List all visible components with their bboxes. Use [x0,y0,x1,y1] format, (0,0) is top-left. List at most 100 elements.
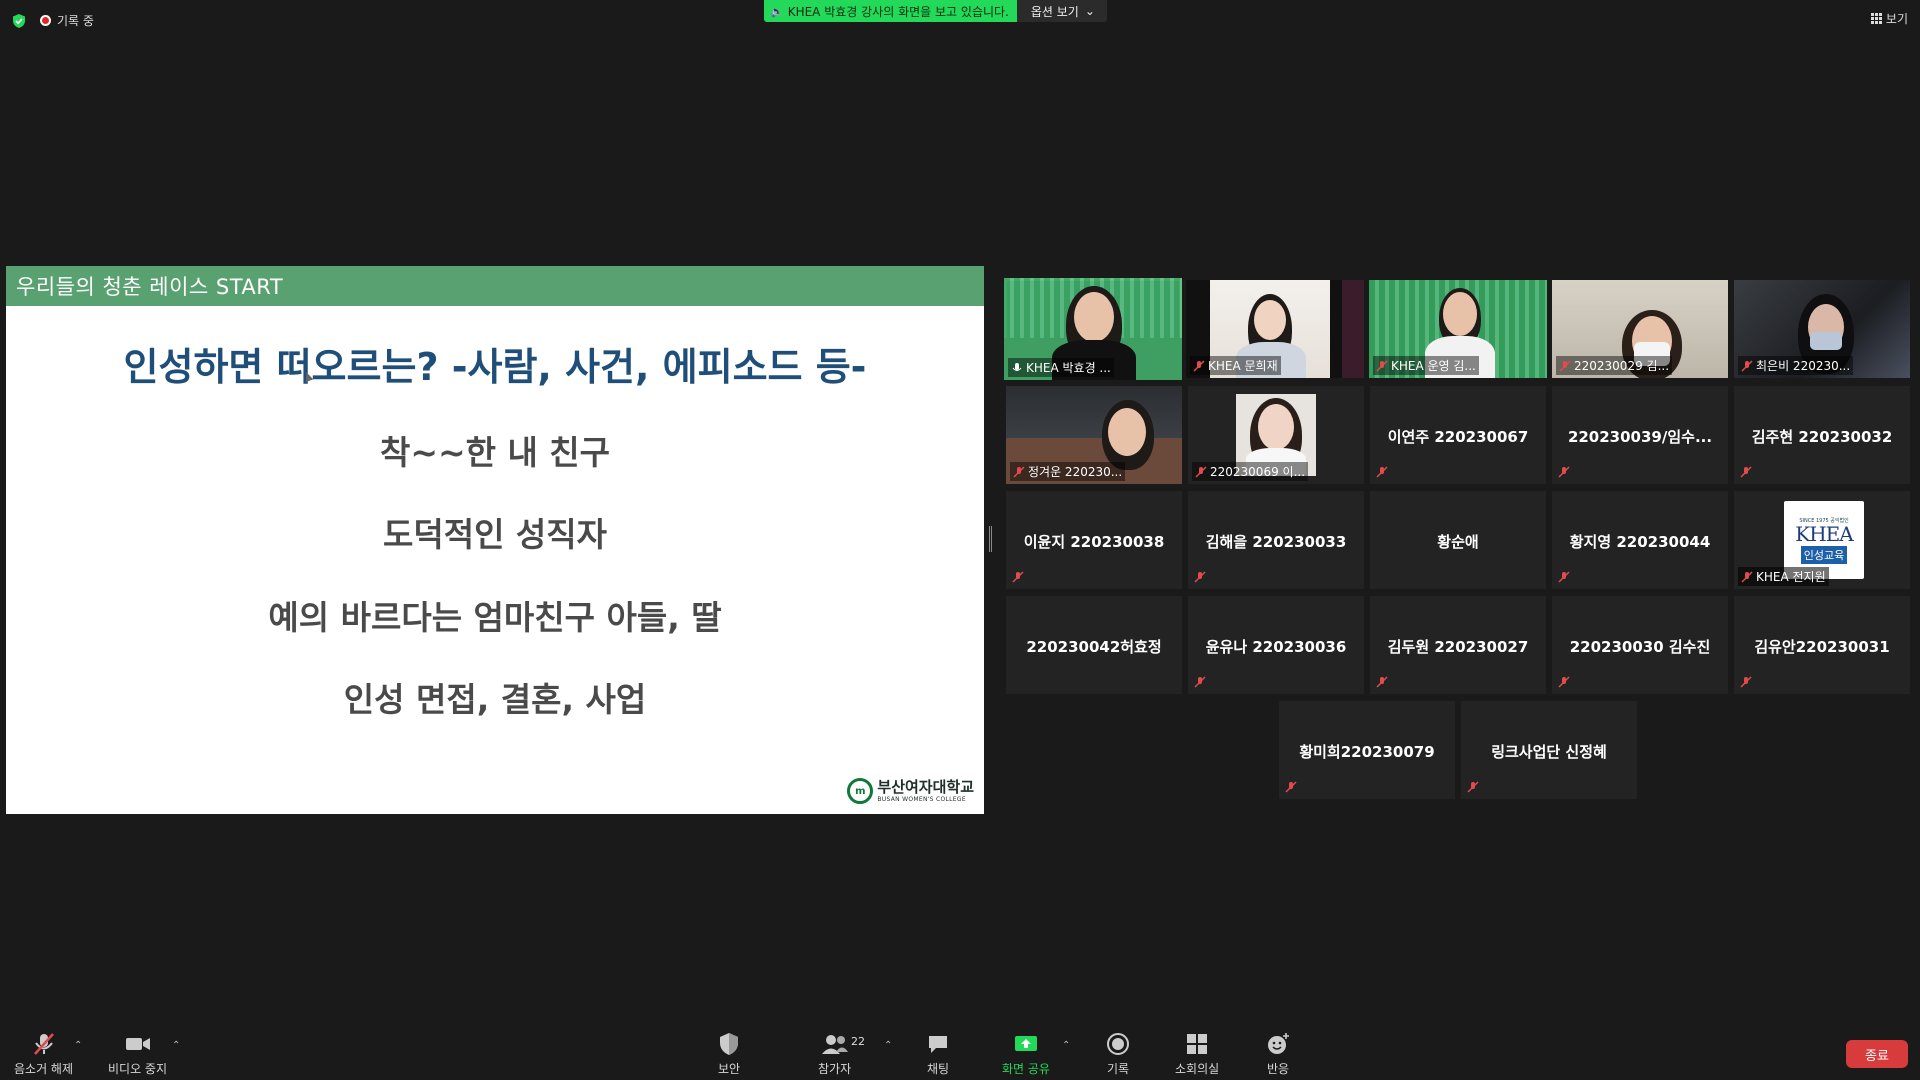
meeting-status: 기록 중 [12,12,94,29]
speaker-icon: 🔈 [770,4,784,18]
mic-muted-icon [1013,465,1025,478]
view-options-button[interactable]: 옵션 보기 ⌄ [1016,0,1107,22]
video-tile[interactable]: 이윤지 220230038 [1006,491,1182,589]
video-tile[interactable]: 정겨운 220230... [1006,386,1182,484]
video-tile[interactable]: 220230029 김... [1552,280,1728,378]
participant-name: KHEA 박효경 ... [1026,361,1111,375]
participant-name: KHEA 문희재 [1208,359,1278,373]
chevron-down-icon: ⌄ [1084,4,1095,18]
audio-options-caret-icon[interactable]: ⌃ [74,1040,82,1051]
mic-muted-icon [1741,570,1753,583]
video-tile[interactable]: KHEA 박효경 ... [1004,278,1182,380]
participant-caption: 최은비 220230... [1738,356,1854,375]
video-tile[interactable]: 김유안220230031 [1734,596,1910,694]
share-screen-button[interactable]: 화면 공유 [1002,1032,1050,1077]
participant-name: 윤유나 220230036 [1205,638,1347,656]
mic-muted-icon [1559,359,1571,372]
unmute-button[interactable]: 음소거 해제 [14,1032,73,1077]
mic-muted-icon [1376,676,1388,688]
participant-name: 김두원 220230027 [1387,638,1529,656]
participant-name: 정겨운 220230... [1028,465,1123,479]
video-tile[interactable]: 220230039/임수... [1552,386,1728,484]
khea-brand: KHEA [1795,521,1853,546]
video-tile[interactable]: 황지영 220230044 [1552,491,1728,589]
breakout-rooms-button[interactable]: 소회의실 [1175,1032,1219,1077]
view-label: 보기 [1885,12,1908,26]
mic-muted-icon [1467,781,1479,793]
share-options-caret-icon[interactable]: ⌃ [1062,1040,1070,1051]
reactions-button[interactable]: 반응 [1266,1032,1290,1077]
video-tile[interactable]: 김주현 220230032 [1734,386,1910,484]
video-tile[interactable]: 링크사업단 신정혜 [1461,701,1637,799]
reaction-smiley-icon [1268,1033,1289,1054]
shared-screen[interactable]: 우리들의 청춘 레이스 START 인성하면 떠오르는? -사람, 사건, 에피… [6,266,984,814]
participant-name: 황미희220230079 [1299,743,1435,761]
split-resize-handle[interactable] [989,526,992,552]
video-tile[interactable]: 220230069 이... [1188,386,1364,484]
record-label: 기록 [1106,1062,1130,1076]
khea-sub: 인성교육 [1800,545,1848,564]
record-icon [1107,1033,1129,1055]
record-button[interactable]: 기록 [1106,1032,1130,1077]
video-tile[interactable]: 이연주 220230067 [1370,386,1546,484]
mic-muted-icon [1558,676,1570,688]
end-meeting-button[interactable]: 종료 [1846,1040,1908,1068]
participant-name: 김주현 220230032 [1751,428,1893,446]
video-options-caret-icon[interactable]: ⌃ [172,1040,180,1051]
participant-name: 220230029 김... [1574,359,1670,373]
video-tile[interactable]: 황미희220230079 [1279,701,1455,799]
mic-muted-icon [1558,571,1570,583]
participant-caption: KHEA 박효경 ... [1008,358,1114,377]
video-tile[interactable]: 220230030 김수진 [1552,596,1728,694]
security-button[interactable]: 보안 [718,1032,740,1077]
participant-name: 220230030 김수진 [1569,638,1711,656]
slide-item: 착~~한 내 친구 [379,433,611,472]
participants-icon [821,1035,848,1054]
mic-muted-icon [1741,359,1753,372]
record-dot-icon [40,15,51,26]
participants-count: 22 [851,1035,865,1048]
participant-name: 220230042허효정 [1026,638,1162,656]
college-logo: m 부산여자대학교 BUSAN WOMEN'S COLLEGE [847,778,974,804]
slide-header: 우리들의 청춘 레이스 START [6,266,984,306]
participants-label: 참가자 [818,1062,852,1076]
video-tile[interactable]: 황순애 [1370,491,1546,589]
recording-indicator[interactable]: 기록 중 [40,12,94,29]
mic-muted-icon [1376,466,1388,478]
participant-caption: 220230069 이... [1192,462,1309,481]
video-tile[interactable]: 김해을 220230033 [1188,491,1364,589]
mic-muted-icon [1012,571,1024,583]
video-tile[interactable]: 220230042허효정 [1006,596,1182,694]
participant-name: 김유안220230031 [1754,638,1890,656]
recording-label: 기록 중 [57,14,94,28]
video-tile[interactable]: 김두원 220230027 [1370,596,1546,694]
mic-muted-icon [1285,781,1297,793]
participants-button[interactable]: 참가자 [818,1032,851,1077]
mic-muted-icon [1376,359,1388,372]
college-name-en: BUSAN WOMEN'S COLLEGE [877,795,966,803]
participants-options-caret-icon[interactable]: ⌃ [884,1040,892,1051]
video-tile[interactable]: KHEA 문희재 [1186,280,1364,378]
view-button[interactable]: 보기 [1870,10,1908,27]
video-tile[interactable]: SINCE 1975 공익법인 KHEA 인성교육 KHEA 전지원 [1734,491,1910,589]
college-emblem-icon: m [847,778,874,804]
participant-name: 220230069 이... [1210,465,1306,479]
video-tile[interactable]: 최은비 220230... [1734,280,1910,378]
security-shield-icon [720,1033,739,1055]
mic-icon [1012,362,1022,371]
slide-item: 도덕적인 성직자 [382,515,607,554]
mic-muted-icon [33,1033,54,1055]
college-name: 부산여자대학교 [877,777,974,796]
stop-video-label: 비디오 중지 [108,1062,168,1076]
stop-video-button[interactable]: 비디오 중지 [108,1032,167,1077]
encryption-shield-icon[interactable] [12,13,26,28]
video-tile[interactable]: KHEA 운영 김... [1369,280,1547,378]
share-banner: 🔈 KHEA 박효경 강사의 화면을 보고 있습니다. 옵션 보기 ⌄ [764,0,1107,22]
chat-button[interactable]: 채팅 [926,1032,950,1077]
slide-item: 예의 바르다는 엄마친구 아들, 딸 [268,598,722,637]
unmute-label: 음소거 해제 [14,1062,74,1076]
mic-muted-icon [1558,466,1570,478]
slide-title: 인성하면 떠오르는? -사람, 사건, 에피소드 등- [123,345,867,389]
chat-bubble-icon [929,1036,947,1053]
video-tile[interactable]: 윤유나 220230036 [1188,596,1364,694]
